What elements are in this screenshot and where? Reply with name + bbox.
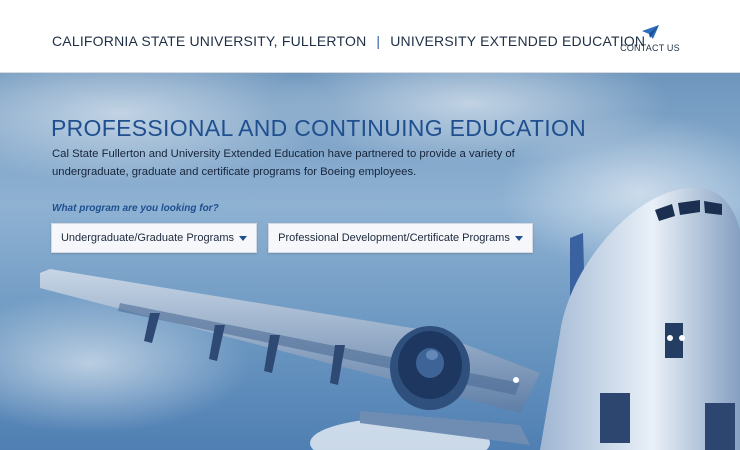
professional-development-programs-label: Professional Development/Certificate Pro…: [278, 232, 510, 244]
page-title: PROFESSIONAL AND CONTINUING EDUCATION: [51, 115, 587, 141]
undergraduate-graduate-programs-label: Undergraduate/Graduate Programs: [60, 232, 235, 244]
site-title[interactable]: CALIFORNIA STATE UNIVERSITY, FULLERTON | U…: [52, 33, 645, 49]
contact-us-link[interactable]: CONTACT US: [618, 24, 682, 53]
hero-banner: PROFESSIONAL AND CONTINUING EDUCATION Ca…: [0, 73, 740, 450]
intro-paragraph: Cal State Fullerton and University Exten…: [52, 148, 515, 178]
undergraduate-graduate-programs-button[interactable]: Undergraduate/Graduate Programs: [51, 223, 257, 253]
caret-down-icon: [239, 235, 248, 241]
program-question: What program are you looking for?: [52, 203, 219, 214]
division-name: UNIVERSITY EXTENDED EDUCATION: [390, 33, 646, 49]
contact-us-label: CONTACT US: [620, 43, 680, 53]
university-name: CALIFORNIA STATE UNIVERSITY, FULLERTON: [52, 33, 367, 49]
professional-development-programs-button[interactable]: Professional Development/Certificate Pro…: [268, 223, 533, 253]
caret-down-icon: [514, 235, 523, 241]
paper-plane-icon: [642, 25, 659, 39]
site-header: CALIFORNIA STATE UNIVERSITY, FULLERTON | U…: [0, 0, 740, 73]
title-separator: |: [376, 33, 381, 49]
